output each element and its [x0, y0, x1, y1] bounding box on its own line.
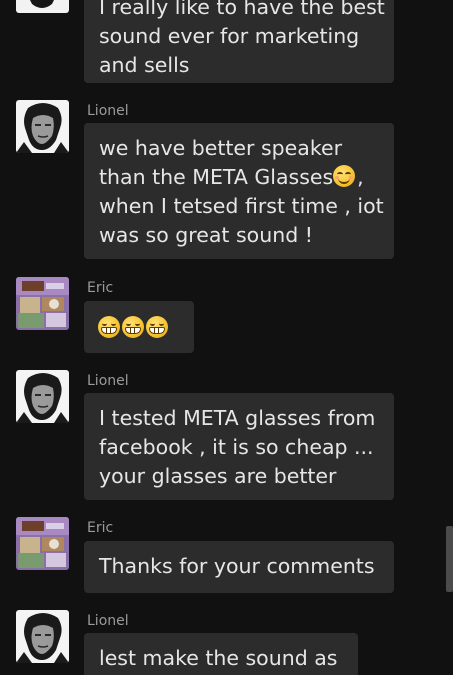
- message-text: lest make the sound as: [99, 646, 338, 670]
- avatar-lionel[interactable]: [16, 100, 69, 153]
- message-text: your glasses are better: [99, 464, 337, 488]
- message-text: than the META Glasses: [99, 165, 334, 189]
- message-text: I tested META glasses from: [99, 406, 376, 430]
- message-bubble[interactable]: I really like to have the best sound eve…: [84, 0, 394, 83]
- grinning-face-emoji-icon: [122, 316, 144, 338]
- message-bubble[interactable]: Thanks for your comments: [84, 541, 394, 593]
- message-text: I really like to have the best: [99, 0, 385, 19]
- message-text: sound ever for marketing: [99, 24, 360, 48]
- avatar-eric[interactable]: [16, 277, 69, 330]
- smiling-face-emoji-icon: [333, 165, 356, 187]
- message-bubble[interactable]: [84, 301, 194, 353]
- message-text: was so great sound !: [99, 223, 313, 247]
- sender-name: Eric: [87, 280, 114, 296]
- grinning-face-emoji-icon: [146, 316, 168, 338]
- avatar-eric[interactable]: [16, 517, 69, 570]
- message-text: ,: [357, 165, 364, 189]
- grinning-face-emoji-icon: [98, 316, 120, 338]
- message-text: Thanks for your comments: [99, 554, 375, 578]
- sender-name: Eric: [87, 520, 114, 536]
- avatar-lionel[interactable]: [16, 370, 69, 423]
- sender-name: Lionel: [87, 373, 129, 389]
- message-text: and sells: [99, 53, 190, 77]
- avatar-lionel[interactable]: [16, 610, 69, 663]
- message-bubble[interactable]: lest make the sound as: [84, 633, 358, 675]
- chat-window[interactable]: I really like to have the best sound eve…: [0, 0, 453, 675]
- message-bubble[interactable]: we have better speaker than the META Gla…: [84, 123, 394, 259]
- message-text: we have better speaker: [99, 136, 343, 160]
- sender-name: Lionel: [87, 103, 129, 119]
- sender-name: Lionel: [87, 613, 129, 629]
- avatar-lionel[interactable]: [16, 0, 69, 13]
- message-text: facebook , it is so cheap ...: [99, 435, 374, 459]
- scrollbar-thumb[interactable]: [446, 526, 453, 592]
- message-bubble[interactable]: I tested META glasses from facebook , it…: [84, 393, 394, 500]
- message-text: when I tetsed first time , iot: [99, 194, 384, 218]
